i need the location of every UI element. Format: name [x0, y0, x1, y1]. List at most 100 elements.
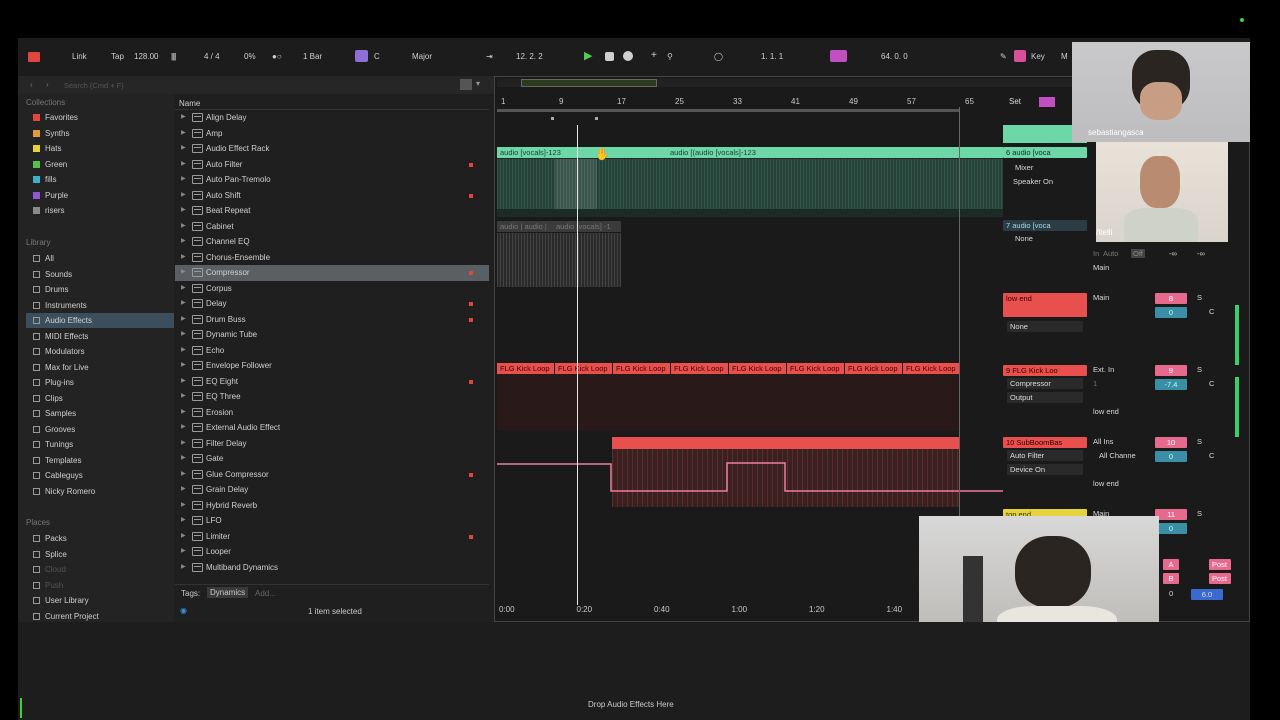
track-9-solo[interactable]: S — [1197, 365, 1202, 374]
browser-list-item[interactable]: ▶ Auto Filter — [175, 157, 489, 173]
browser-list-item[interactable]: ▶ Drum Buss — [175, 312, 489, 328]
place-item[interactable]: Packs — [26, 531, 174, 546]
filter-icon[interactable] — [460, 79, 472, 90]
collection-item[interactable]: Purple — [26, 188, 174, 203]
library-item[interactable]: Templates — [26, 453, 174, 468]
library-item[interactable]: Grooves — [26, 422, 174, 437]
collection-item[interactable]: fills — [26, 172, 174, 187]
automation-icon[interactable]: ⚲ — [667, 52, 673, 61]
punch-icon[interactable]: ◯ — [714, 52, 723, 61]
library-item[interactable]: Max for Live — [26, 360, 174, 375]
track-6-title[interactable]: 6 audio [voca — [1003, 147, 1087, 158]
expand-icon[interactable]: ▶ — [181, 498, 186, 513]
clip-kick-loop[interactable]: FLG Kick Loop — [729, 363, 786, 374]
browser-list-item[interactable]: ▶ Gate — [175, 451, 489, 467]
track-10-input[interactable]: All Ins — [1093, 437, 1113, 446]
master-volume[interactable]: 0 — [1169, 589, 1173, 598]
browser-list-item[interactable]: ▶ Looper — [175, 544, 489, 560]
search-bar[interactable]: ‹ › Search (Cmd + F) ▾ — [18, 76, 494, 94]
scale-select[interactable]: Major — [412, 52, 432, 61]
tap-button[interactable]: Tap — [111, 52, 124, 61]
place-item[interactable]: User Library — [26, 593, 174, 608]
play-button[interactable]: ▶ — [584, 49, 592, 62]
expand-icon[interactable]: ▶ — [181, 203, 186, 218]
collection-item[interactable]: Green — [26, 157, 174, 172]
browser-list-item[interactable]: ▶ Audio Effect Rack — [175, 141, 489, 157]
expand-icon[interactable]: ▶ — [181, 234, 186, 249]
browser-list-item[interactable]: ▶ EQ Eight — [175, 374, 489, 390]
library-item[interactable]: All — [26, 251, 174, 266]
browser-list-item[interactable]: ▶ External Audio Effect — [175, 420, 489, 436]
place-item[interactable]: Cloud — [26, 562, 174, 577]
track-9-title[interactable]: 9 FLG Kick Loo — [1003, 365, 1087, 376]
expand-icon[interactable]: ▶ — [181, 374, 186, 389]
expand-icon[interactable]: ▶ — [181, 560, 186, 575]
playhead[interactable] — [577, 125, 578, 605]
browser-list-item[interactable]: ▶ Echo — [175, 343, 489, 359]
return-b-button[interactable]: B — [1163, 573, 1179, 584]
keyboard-icon[interactable] — [1014, 50, 1026, 62]
track-lane-kick-body[interactable] — [497, 374, 959, 430]
low-end-title[interactable]: low end — [1003, 293, 1087, 317]
forward-icon[interactable]: › — [46, 80, 49, 89]
set-button[interactable]: Set — [1009, 97, 1021, 106]
browser-list-item[interactable]: ▶ Delay — [175, 296, 489, 312]
browser-list-item[interactable]: ▶ Compressor — [175, 265, 489, 281]
browser-list-item[interactable]: ▶ Envelope Follower — [175, 358, 489, 374]
browser-list-item[interactable]: ▶ Amp — [175, 126, 489, 142]
track-9-input-channel[interactable]: 1 — [1093, 379, 1097, 388]
browser-list-item[interactable]: ▶ LFO — [175, 513, 489, 529]
track-7-monitor-in[interactable]: In — [1093, 249, 1099, 258]
locator-marker[interactable] — [551, 117, 554, 120]
low-end-input[interactable]: None — [1007, 321, 1083, 332]
collection-item[interactable]: Hats — [26, 141, 174, 156]
library-item[interactable]: Tunings — [26, 437, 174, 452]
browser-list-item[interactable]: ▶ Chorus-Ensemble — [175, 250, 489, 266]
low-end-solo[interactable]: S — [1197, 293, 1202, 302]
expand-icon[interactable]: ▶ — [181, 312, 186, 327]
automation-line[interactable] — [495, 437, 1005, 497]
expand-icon[interactable]: ▶ — [181, 451, 186, 466]
track-7-send-a[interactable]: -∞ — [1169, 249, 1177, 258]
clip-kick-loop[interactable]: FLG Kick Loop — [555, 363, 612, 374]
browser-list-item[interactable]: ▶ Glue Compressor — [175, 467, 489, 483]
track-9-number[interactable]: 9 — [1155, 365, 1187, 376]
browser-list-item[interactable]: ▶ Auto Pan-Tremolo — [175, 172, 489, 188]
return-a-post[interactable]: Post — [1209, 559, 1231, 570]
library-item[interactable]: Samples — [26, 406, 174, 421]
loop-start-field[interactable]: 1. 1. 1 — [761, 52, 783, 61]
expand-icon[interactable]: ▶ — [181, 343, 186, 358]
low-end-pan[interactable]: C — [1209, 307, 1214, 316]
clip-vocals-a[interactable]: audio [vocals]-123 — [497, 147, 667, 158]
clip-vocals-dim-a[interactable]: audio | audio | — [497, 221, 553, 232]
browser-list-item[interactable]: ▶ Beat Repeat — [175, 203, 489, 219]
track-9-output[interactable]: low end — [1093, 407, 1119, 416]
clip-kick-loop[interactable]: FLG Kick Loop — [845, 363, 902, 374]
track-lane-kick[interactable]: FLG Kick Loop FLG Kick Loop FLG Kick Loop F… — [497, 363, 960, 374]
expand-icon[interactable]: ▶ — [181, 436, 186, 451]
expand-icon[interactable]: ▶ — [181, 265, 186, 280]
expand-icon[interactable]: ▶ — [181, 420, 186, 435]
scale-mode-icon[interactable] — [355, 50, 368, 62]
expand-icon[interactable]: ▶ — [181, 467, 186, 482]
library-item[interactable]: Cableguys — [26, 468, 174, 483]
follow-toggle-icon[interactable] — [1039, 97, 1055, 107]
browser-list-item[interactable]: ▶ Corpus — [175, 281, 489, 297]
key-map-button[interactable]: Key — [1031, 52, 1045, 61]
track-9-pan[interactable]: C — [1209, 379, 1214, 388]
track-9-device-compressor[interactable]: Compressor — [1007, 378, 1083, 389]
browser-list-item[interactable]: ▶ Channel EQ — [175, 234, 489, 250]
expand-icon[interactable]: ▶ — [181, 358, 186, 373]
metronome-icon[interactable]: |||| — [171, 52, 176, 61]
expand-icon[interactable]: ▶ — [181, 529, 186, 544]
low-end-volume[interactable]: 0 — [1155, 307, 1187, 318]
track-10-number[interactable]: 10 — [1155, 437, 1187, 448]
expand-icon[interactable]: ▶ — [181, 110, 186, 125]
track-7-output[interactable]: Main — [1093, 263, 1109, 272]
expand-icon[interactable]: ▶ — [181, 513, 186, 528]
browser-list-item[interactable]: ▶ Grain Delay — [175, 482, 489, 498]
track-10-output[interactable]: low end — [1093, 479, 1119, 488]
tag-dynamics[interactable]: Dynamics — [207, 587, 249, 598]
browser-list-item[interactable]: ▶ Cabinet — [175, 219, 489, 235]
tempo-field[interactable]: 128.00 — [134, 52, 158, 61]
